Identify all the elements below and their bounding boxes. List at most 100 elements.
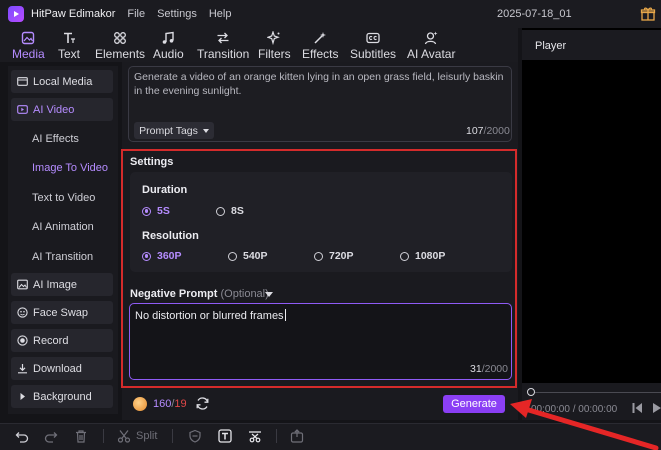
negative-char-count: 31 bbox=[470, 363, 482, 375]
sidebar-item-ai-image[interactable]: AI Image bbox=[11, 273, 113, 296]
export-frame-icon[interactable] bbox=[290, 429, 304, 443]
negative-prompt-input[interactable]: No distortion or blurred frames bbox=[135, 309, 286, 322]
generate-button[interactable]: Generate bbox=[443, 395, 505, 413]
tab-subtitles[interactable]: Subtitles bbox=[350, 30, 396, 62]
prompt-tags-dropdown[interactable]: Prompt Tags bbox=[134, 122, 214, 139]
record-icon bbox=[16, 335, 28, 347]
prompt-tags-label: Prompt Tags bbox=[139, 124, 198, 137]
negative-prompt-title: Negative Prompt bbox=[130, 288, 218, 300]
caret-right-icon bbox=[16, 391, 28, 403]
refresh-icon[interactable] bbox=[195, 396, 210, 411]
trim-icon[interactable] bbox=[248, 429, 262, 443]
seek-handle[interactable] bbox=[527, 388, 535, 396]
radio-icon bbox=[216, 206, 225, 216]
resolution-label: Resolution bbox=[142, 230, 199, 242]
radio-selected-icon bbox=[142, 206, 151, 216]
resolution-option-720p[interactable]: 720P bbox=[314, 250, 354, 262]
resolution-option-540p[interactable]: 540P bbox=[228, 250, 268, 262]
media-toolbar: Media Text Elements Audio Transition Fil… bbox=[0, 28, 518, 62]
chevron-down-icon[interactable] bbox=[265, 292, 273, 297]
prompt-char-max: /2000 bbox=[483, 125, 510, 137]
radio-icon bbox=[228, 251, 237, 261]
radio-label: 540P bbox=[243, 250, 268, 262]
duration-option-5s[interactable]: 5S bbox=[142, 205, 170, 217]
undo-icon[interactable] bbox=[15, 429, 29, 443]
delete-icon[interactable] bbox=[74, 429, 88, 443]
radio-icon bbox=[314, 251, 323, 261]
settings-title: Settings bbox=[130, 156, 174, 168]
sidebar-item-label: Background bbox=[33, 390, 92, 403]
resolution-option-360p[interactable]: 360P bbox=[142, 250, 182, 262]
sidebar-item-label: Download bbox=[33, 362, 82, 375]
sparkle-icon bbox=[267, 30, 282, 45]
tab-audio[interactable]: Audio bbox=[153, 30, 184, 62]
shield-icon[interactable] bbox=[188, 429, 202, 443]
sidebar-sub-text-to-video[interactable]: Text to Video bbox=[32, 192, 95, 204]
prompt-char-count: 107 bbox=[466, 125, 484, 137]
tab-label: Transition bbox=[197, 47, 250, 61]
negative-char-max: /2000 bbox=[481, 363, 508, 375]
sidebar-item-face-swap[interactable]: Face Swap bbox=[11, 301, 113, 324]
duration-option-8s[interactable]: 8S bbox=[216, 205, 244, 217]
sidebar-item-download[interactable]: Download bbox=[11, 357, 113, 380]
tab-transition[interactable]: Transition bbox=[197, 30, 249, 62]
subtitles-icon bbox=[366, 30, 381, 45]
negative-prompt-label: Negative Prompt (Optional) bbox=[130, 288, 269, 300]
tab-elements[interactable]: Elements bbox=[95, 30, 145, 62]
menu-settings[interactable]: Settings bbox=[157, 8, 197, 20]
magic-wand-icon bbox=[313, 30, 328, 45]
gift-icon[interactable] bbox=[640, 6, 656, 22]
duration-label: Duration bbox=[142, 184, 188, 196]
credits-text: 160/19 bbox=[153, 398, 187, 410]
tab-filters[interactable]: Filters bbox=[258, 30, 291, 62]
negative-char-counter: 31/2000 bbox=[470, 363, 508, 375]
tab-media[interactable]: Media bbox=[12, 30, 45, 62]
face-swap-icon bbox=[16, 307, 28, 319]
optional-tag: (Optional) bbox=[220, 288, 269, 300]
chevron-down-icon bbox=[202, 128, 209, 133]
seek-bar[interactable] bbox=[530, 392, 661, 393]
tab-label: Subtitles bbox=[350, 47, 397, 61]
text-cursor bbox=[284, 309, 286, 321]
tab-text[interactable]: Text bbox=[58, 30, 80, 62]
toolbar-divider bbox=[103, 429, 104, 443]
split-button[interactable]: Split bbox=[136, 430, 157, 442]
ai-video-icon bbox=[16, 104, 28, 116]
text-box-icon[interactable] bbox=[218, 429, 232, 443]
tab-effects[interactable]: Effects bbox=[302, 30, 338, 62]
scissors-icon[interactable] bbox=[117, 429, 131, 443]
sidebar-sub-ai-effects[interactable]: AI Effects bbox=[32, 133, 79, 145]
negative-prompt-text: No distortion or blurred frames bbox=[135, 310, 284, 322]
sidebar-item-record[interactable]: Record bbox=[11, 329, 113, 352]
sidebar-sub-image-to-video[interactable]: Image To Video bbox=[32, 162, 108, 174]
sidebar-item-background[interactable]: Background bbox=[11, 385, 113, 408]
tab-label: AI Avatar bbox=[407, 47, 456, 61]
text-icon bbox=[62, 30, 77, 45]
menu-help[interactable]: Help bbox=[209, 8, 232, 20]
credits-cost: 19 bbox=[174, 398, 187, 410]
redo-icon[interactable] bbox=[44, 429, 58, 443]
credits-balance: 160 bbox=[153, 398, 172, 410]
prompt-text[interactable]: Generate a video of an orange kitten lyi… bbox=[134, 70, 504, 98]
sidebar-sub-ai-transition[interactable]: AI Transition bbox=[32, 251, 93, 263]
resolution-option-1080p[interactable]: 1080P bbox=[400, 250, 445, 262]
radio-selected-icon bbox=[142, 251, 151, 261]
player-title: Player bbox=[535, 40, 567, 52]
ai-image-icon bbox=[16, 279, 28, 291]
player-viewport bbox=[522, 28, 661, 420]
toolbar-divider bbox=[276, 429, 277, 443]
toolbar-divider bbox=[172, 429, 173, 443]
music-note-icon bbox=[161, 30, 176, 45]
sidebar-item-label: Record bbox=[33, 334, 69, 347]
radio-label: 720P bbox=[329, 250, 354, 262]
prompt-char-counter: 107/2000 bbox=[466, 125, 510, 137]
tab-label: Media bbox=[12, 47, 45, 61]
radio-icon bbox=[400, 251, 409, 261]
sidebar-item-ai-video[interactable]: AI Video bbox=[11, 98, 113, 121]
sidebar-sub-ai-animation[interactable]: AI Animation bbox=[32, 221, 94, 233]
radio-label: 8S bbox=[231, 205, 244, 217]
menu-file[interactable]: File bbox=[127, 8, 145, 20]
tab-ai-avatar[interactable]: AI Avatar bbox=[407, 30, 455, 62]
tab-label: Filters bbox=[258, 47, 291, 61]
sidebar-item-local-media[interactable]: Local Media bbox=[11, 70, 113, 93]
